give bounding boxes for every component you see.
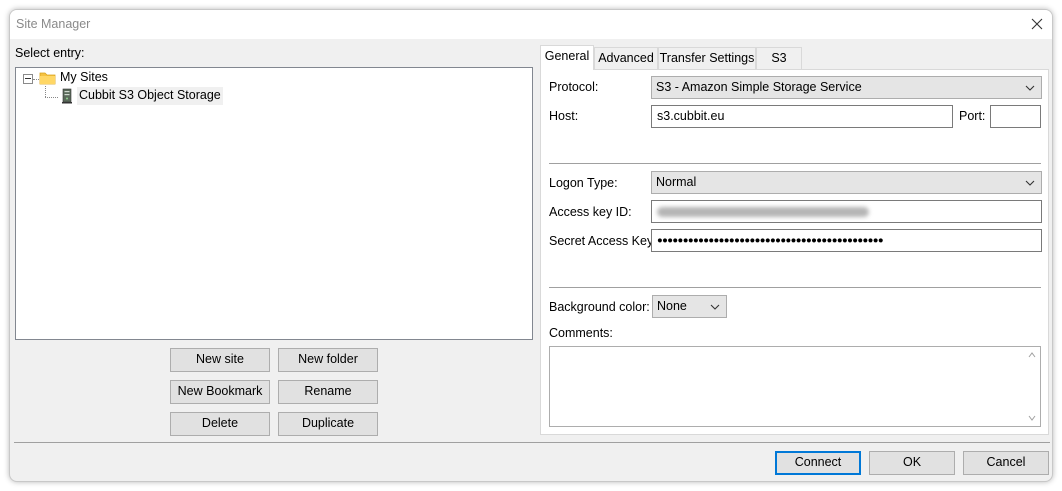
separator [549,163,1041,164]
tree-item-label: Cubbit S3 Object Storage [79,88,221,102]
protocol-label: Protocol: [549,80,599,94]
footer-separator [14,442,1050,443]
access-key-blurred-value [657,207,869,217]
logon-type-select[interactable]: Normal [651,171,1042,194]
host-value: s3.cubbit.eu [657,109,725,123]
tree-root-my-sites[interactable]: My Sites [60,70,108,84]
rename-button[interactable]: Rename [278,380,378,404]
secret-key-label: Secret Access Key: [549,234,657,248]
general-panel: Protocol: S3 - Amazon Simple Storage Ser… [540,69,1049,435]
chevron-down-icon [1025,180,1035,186]
close-icon [1031,18,1043,30]
logon-type-value: Normal [656,175,697,189]
access-key-label: Access key ID: [549,205,632,219]
connect-button[interactable]: Connect [775,451,861,475]
new-bookmark-button[interactable]: New Bookmark [170,380,270,404]
scroll-down-icon[interactable] [1028,415,1036,421]
background-color-select[interactable]: None [652,295,727,318]
new-folder-button[interactable]: New folder [278,348,378,372]
secret-key-value: ●●●●●●●●●●●●●●●●●●●●●●●●●●●●●●●●●●●●●●●●… [657,235,884,246]
select-entry-label: Select entry: [15,46,85,60]
tab-advanced[interactable]: Advanced [594,47,658,69]
separator [549,287,1041,288]
title-bar: Site Manager [10,10,1052,39]
logon-type-label: Logon Type: [549,176,618,190]
background-color-label: Background color: [549,300,650,314]
cancel-button[interactable]: Cancel [963,451,1049,475]
scroll-up-icon[interactable] [1028,352,1036,358]
protocol-value: S3 - Amazon Simple Storage Service [656,80,862,94]
access-key-input[interactable] [651,200,1042,223]
comments-scrollbar[interactable] [1024,347,1040,426]
duplicate-button[interactable]: Duplicate [278,412,378,436]
close-button[interactable] [1026,13,1048,35]
tree-expander[interactable] [23,74,33,84]
chevron-down-icon [1025,85,1035,91]
background-color-value: None [657,299,687,313]
delete-button[interactable]: Delete [170,412,270,436]
comments-label: Comments: [549,326,613,340]
server-icon [62,88,72,104]
port-input[interactable] [990,105,1041,128]
chevron-down-icon [710,304,720,310]
tree-item-cubbit[interactable]: Cubbit S3 Object Storage [77,87,223,105]
port-label: Port: [959,109,986,123]
secret-key-input[interactable]: ●●●●●●●●●●●●●●●●●●●●●●●●●●●●●●●●●●●●●●●●… [651,229,1042,252]
host-label: Host: [549,109,579,123]
site-manager-window: Site Manager Select entry: My Sites Cubb… [9,9,1053,482]
comments-textarea[interactable] [549,346,1041,427]
protocol-select[interactable]: S3 - Amazon Simple Storage Service [651,76,1042,99]
tab-s3[interactable]: S3 [756,47,802,69]
tab-transfer-settings[interactable]: Transfer Settings [658,47,756,69]
site-tree[interactable]: My Sites Cubbit S3 Object Storage [15,67,533,340]
window-title: Site Manager [16,17,91,31]
new-site-button[interactable]: New site [170,348,270,372]
folder-icon [39,72,56,85]
tab-general[interactable]: General [540,45,594,70]
ok-button[interactable]: OK [869,451,955,475]
host-input[interactable]: s3.cubbit.eu [651,105,953,128]
